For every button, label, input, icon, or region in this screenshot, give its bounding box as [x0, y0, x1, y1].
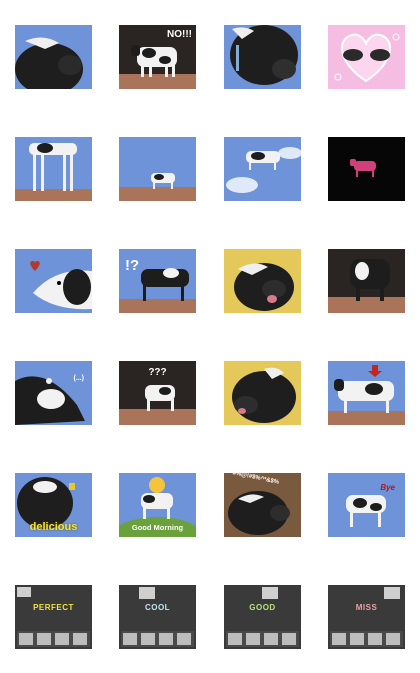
- sticker-cow-question[interactable]: !?: [119, 249, 196, 313]
- sticker-cow-good-morning[interactable]: Good Morning: [119, 473, 196, 537]
- sticker-caption: Bye: [380, 483, 395, 492]
- cow-dots-image: [15, 361, 92, 425]
- cow-crying-image: [224, 25, 301, 89]
- sticker-cow-confused[interactable]: ???: [119, 361, 196, 425]
- sticker-cow-bye[interactable]: Bye: [328, 473, 405, 537]
- miss-frame-image: [328, 585, 405, 649]
- sticker-caption: (...): [73, 375, 85, 382]
- sticker-cow-long-legs[interactable]: [15, 137, 92, 201]
- sticker-caption: !?: [125, 257, 140, 274]
- cows-heart-image: [328, 25, 405, 89]
- sticker-cow-delicious[interactable]: delicious: [15, 473, 92, 537]
- sticker-cow-front[interactable]: [328, 249, 405, 313]
- sticker-caption: NO!!!: [167, 29, 192, 40]
- sticker-cow-no[interactable]: NO!!!: [119, 25, 196, 89]
- sticker-cow-swearing[interactable]: $%@!#$%^*&$%: [224, 473, 301, 537]
- cow-chewing-image: [15, 25, 92, 89]
- cow-front-image: [328, 249, 405, 313]
- sticker-cow-flying[interactable]: [224, 137, 301, 201]
- sticker-good[interactable]: GOOD: [224, 585, 301, 649]
- sticker-cows-heart[interactable]: [328, 25, 405, 89]
- cow-pink-dark-image: [328, 137, 405, 201]
- sticker-cow-crying[interactable]: [224, 25, 301, 89]
- sticker-cow-dots[interactable]: (...): [15, 361, 92, 425]
- sticker-cow-arrow[interactable]: [328, 361, 405, 425]
- sticker-caption: Good Morning: [131, 523, 184, 532]
- sticker-cool[interactable]: COOL: [119, 585, 196, 649]
- cool-frame-image: [119, 585, 196, 649]
- cow-long-legs-image: [15, 137, 92, 201]
- sticker-caption: GOOD: [249, 603, 276, 612]
- sticker-cow-yellow-lick[interactable]: [224, 249, 301, 313]
- cow-yellow-lick-image: [224, 249, 301, 313]
- sticker-caption: PERFECT: [33, 603, 74, 612]
- sun-icon: [149, 477, 165, 493]
- cow-far-image: [119, 137, 196, 201]
- sticker-caption: COOL: [144, 603, 171, 612]
- cow-flying-image: [224, 137, 301, 201]
- sticker-cow-yellow-tongue[interactable]: [224, 361, 301, 425]
- sticker-perfect[interactable]: PERFECT: [15, 585, 92, 649]
- sticker-caption: MISS: [355, 603, 378, 612]
- cow-love-image: [15, 249, 92, 313]
- good-frame-image: [224, 585, 301, 649]
- cow-yellow-tongue-image: [224, 361, 301, 425]
- sticker-miss[interactable]: MISS: [328, 585, 405, 649]
- sticker-grid: NO!!! !? (...) ??? delicious Good Mornin…: [0, 0, 420, 673]
- sticker-caption: ???: [148, 367, 167, 378]
- sticker-caption: delicious: [29, 521, 78, 533]
- cow-arrow-image: [328, 361, 405, 425]
- sticker-cow-far[interactable]: [119, 137, 196, 201]
- sticker-cow-pink-dark[interactable]: [328, 137, 405, 201]
- sticker-cow-love[interactable]: [15, 249, 92, 313]
- sticker-cow-chewing[interactable]: [15, 25, 92, 89]
- perfect-frame-image: [15, 585, 92, 649]
